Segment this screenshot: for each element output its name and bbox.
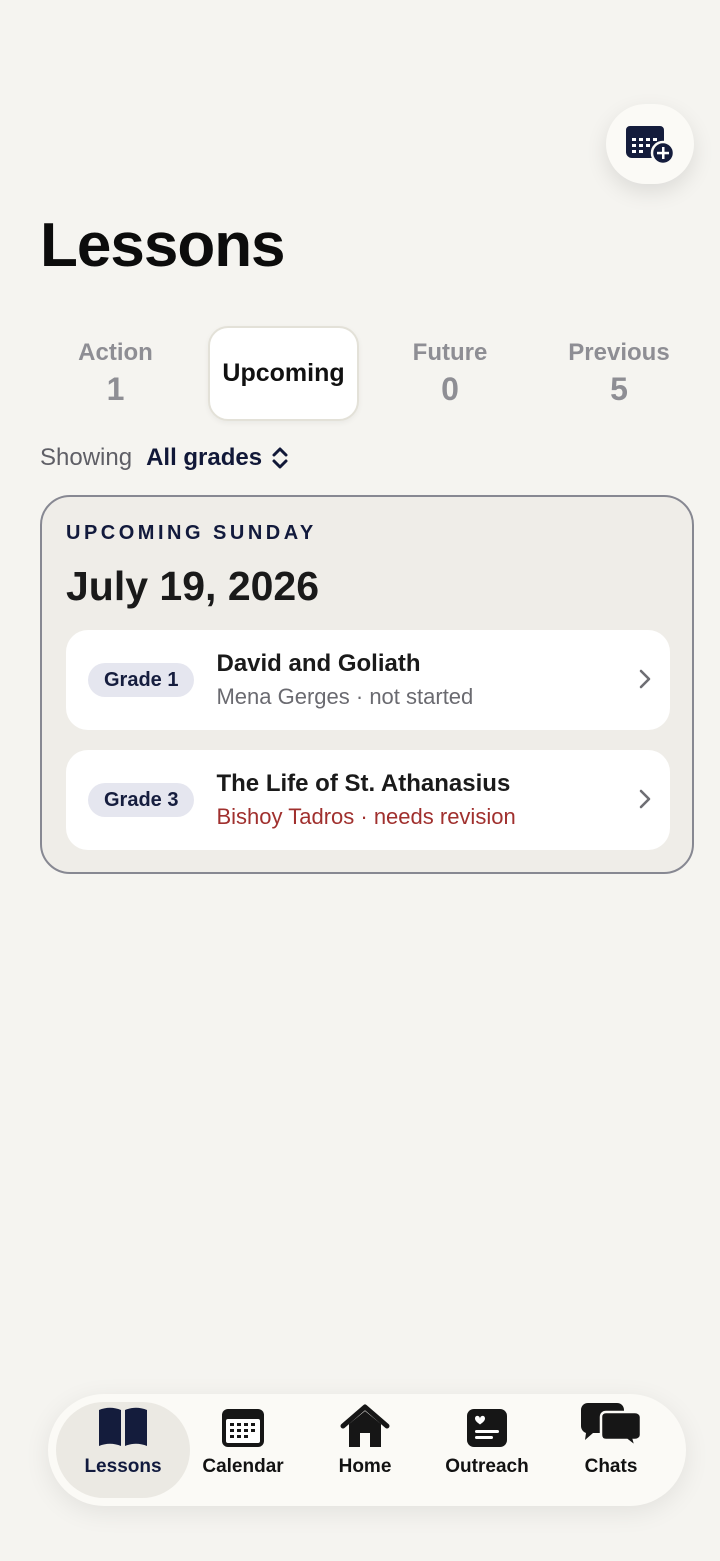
nav-label: Outreach — [445, 1456, 529, 1477]
lesson-title: David and Goliath — [216, 650, 421, 677]
card-eyebrow: UPCOMING SUNDAY — [66, 522, 317, 544]
nav-chats[interactable]: Chats — [544, 1402, 678, 1498]
calendar-icon — [221, 1402, 265, 1448]
tab-upcoming[interactable]: Upcoming — [208, 326, 359, 421]
tab-count: 1 — [106, 371, 125, 407]
bottom-tab-bar: Lessons Calendar Home Outreach Chats — [48, 1394, 686, 1506]
lesson-row[interactable]: Grade 1 David and Goliath Mena Gerges · … — [66, 630, 670, 730]
grade-filter-select[interactable]: All grades — [146, 444, 262, 472]
nav-label: Calendar — [202, 1456, 284, 1477]
nav-home[interactable]: Home — [298, 1402, 432, 1498]
lesson-title: The Life of St. Athanasius — [216, 770, 511, 797]
nav-label: Lessons — [84, 1456, 162, 1477]
book-icon — [96, 1402, 150, 1448]
tab-action[interactable]: Action 1 — [40, 326, 191, 421]
nav-calendar[interactable]: Calendar — [176, 1402, 310, 1498]
card-date: July 19, 2026 — [66, 563, 320, 609]
outreach-icon — [466, 1402, 508, 1448]
nav-label: Home — [338, 1456, 392, 1477]
lesson-text: David and Goliath Mena Gerges · not star… — [216, 650, 473, 710]
chevron-up-down-icon[interactable] — [270, 445, 290, 471]
lesson-subtitle: Bishoy Tadros · needs revision — [216, 804, 516, 829]
lesson-text: The Life of St. Athanasius Bishoy Tadros… — [216, 770, 515, 830]
grade-badge: Grade 1 — [88, 663, 195, 697]
lesson-row[interactable]: Grade 3 The Life of St. Athanasius Bisho… — [66, 750, 670, 850]
tab-count: 0 — [441, 371, 459, 407]
chat-bubbles-icon — [579, 1402, 643, 1448]
tab-label: Action — [78, 339, 153, 366]
nav-label: Chats — [584, 1456, 638, 1477]
filter-prefix: Showing — [40, 444, 133, 471]
tab-label: Upcoming — [222, 359, 345, 387]
grade-badge: Grade 3 — [88, 783, 195, 817]
tab-previous[interactable]: Previous 5 — [540, 326, 698, 421]
tab-future[interactable]: Future 0 — [376, 326, 524, 421]
nav-outreach[interactable]: Outreach — [420, 1402, 554, 1498]
chevron-right-icon — [638, 668, 652, 690]
page-title: Lessons — [40, 211, 286, 280]
upcoming-sunday-card: UPCOMING SUNDAY July 19, 2026 Grade 1 Da… — [40, 495, 694, 874]
add-calendar-button[interactable] — [606, 104, 694, 184]
lesson-tabs: Action 1 Upcoming Future 0 Previous 5 — [40, 326, 680, 421]
grade-filter: Showing All grades — [40, 442, 290, 474]
tab-count: 5 — [610, 371, 628, 407]
calendar-add-icon — [626, 126, 676, 166]
tab-label: Previous — [568, 339, 670, 366]
home-icon — [339, 1402, 391, 1448]
chevron-right-icon — [638, 788, 652, 810]
lessons-screen: Lessons Action 1 Upcoming Future 0 Previ… — [0, 0, 720, 1561]
nav-lessons[interactable]: Lessons — [56, 1402, 190, 1498]
tab-label: Future — [412, 339, 488, 366]
lesson-subtitle: Mena Gerges · not started — [216, 684, 474, 709]
